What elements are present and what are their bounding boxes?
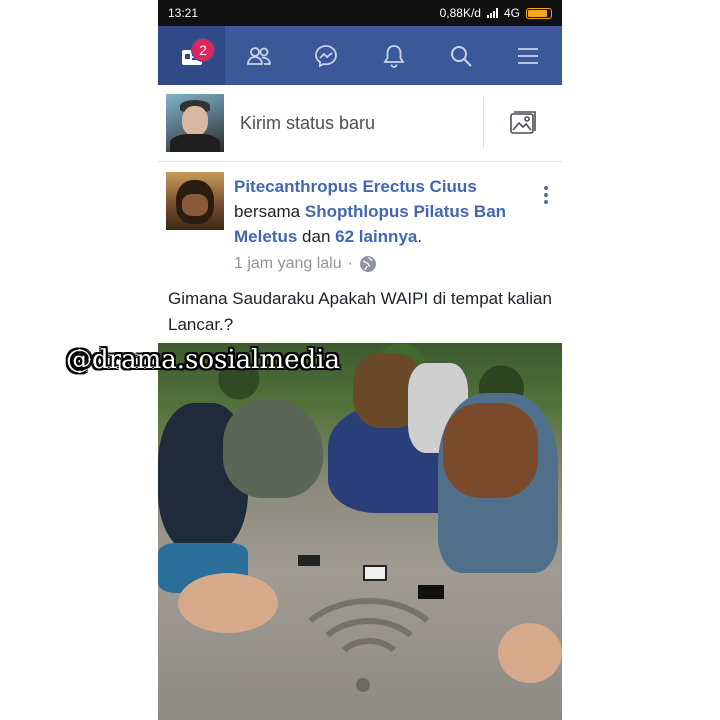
status-input[interactable]: Kirim status baru: [240, 113, 483, 134]
nav-news-feed[interactable]: 2: [158, 26, 226, 85]
search-icon: [450, 45, 472, 67]
post-author-line: Pitecanthropus Erectus Ciuus bersama Sho…: [234, 174, 534, 249]
nav-search[interactable]: [427, 26, 494, 85]
add-photo-button[interactable]: [484, 85, 562, 161]
author-avatar[interactable]: [166, 172, 224, 230]
post-options-button[interactable]: [544, 186, 548, 207]
watermark-text: @drama.sosialmedia: [66, 345, 340, 375]
post-timestamp[interactable]: 1 jam yang lalu: [234, 251, 342, 276]
post-time-row: 1 jam yang lalu ·: [234, 251, 534, 276]
with-word: bersama: [234, 202, 301, 221]
status-time: 13:21: [168, 6, 199, 20]
status-composer: Kirim status baru: [158, 85, 562, 162]
status-bar: 13:21 0,88K/d 4G: [158, 0, 562, 26]
messenger-icon: [315, 44, 338, 68]
post-caption: Gimana Saudaraku Apakah WAIPI di tempat …: [168, 289, 552, 334]
period: .: [417, 227, 423, 246]
nav-friends[interactable]: [225, 26, 292, 85]
photo-icon: [510, 111, 536, 134]
notification-badge: 2: [191, 38, 215, 62]
signal-icon: [486, 8, 498, 18]
user-avatar[interactable]: [166, 94, 224, 152]
others-link[interactable]: 62 lainnya: [335, 227, 417, 246]
network-speed: 0,88K/d: [439, 6, 481, 20]
bell-icon: [383, 44, 405, 68]
and-word: dan: [302, 227, 331, 246]
post-meta: Pitecanthropus Erectus Ciuus bersama Sho…: [234, 174, 534, 276]
status-indicators: 0,88K/d 4G: [440, 6, 552, 20]
post-header: Pitecanthropus Erectus Ciuus bersama Sho…: [158, 172, 562, 282]
nav-notifications[interactable]: [360, 26, 427, 85]
nav-messenger[interactable]: [293, 26, 360, 85]
battery-icon: [526, 7, 552, 19]
menu-icon: [518, 47, 539, 64]
friends-icon: [247, 46, 271, 65]
network-type: 4G: [503, 6, 520, 20]
post-photo[interactable]: [158, 343, 562, 720]
meta-separator: ·: [347, 255, 353, 272]
globe-icon: [359, 255, 376, 272]
top-nav-bar: 2: [158, 26, 562, 85]
nav-menu[interactable]: [495, 26, 562, 85]
author-name[interactable]: Pitecanthropus Erectus Ciuus: [234, 177, 477, 196]
